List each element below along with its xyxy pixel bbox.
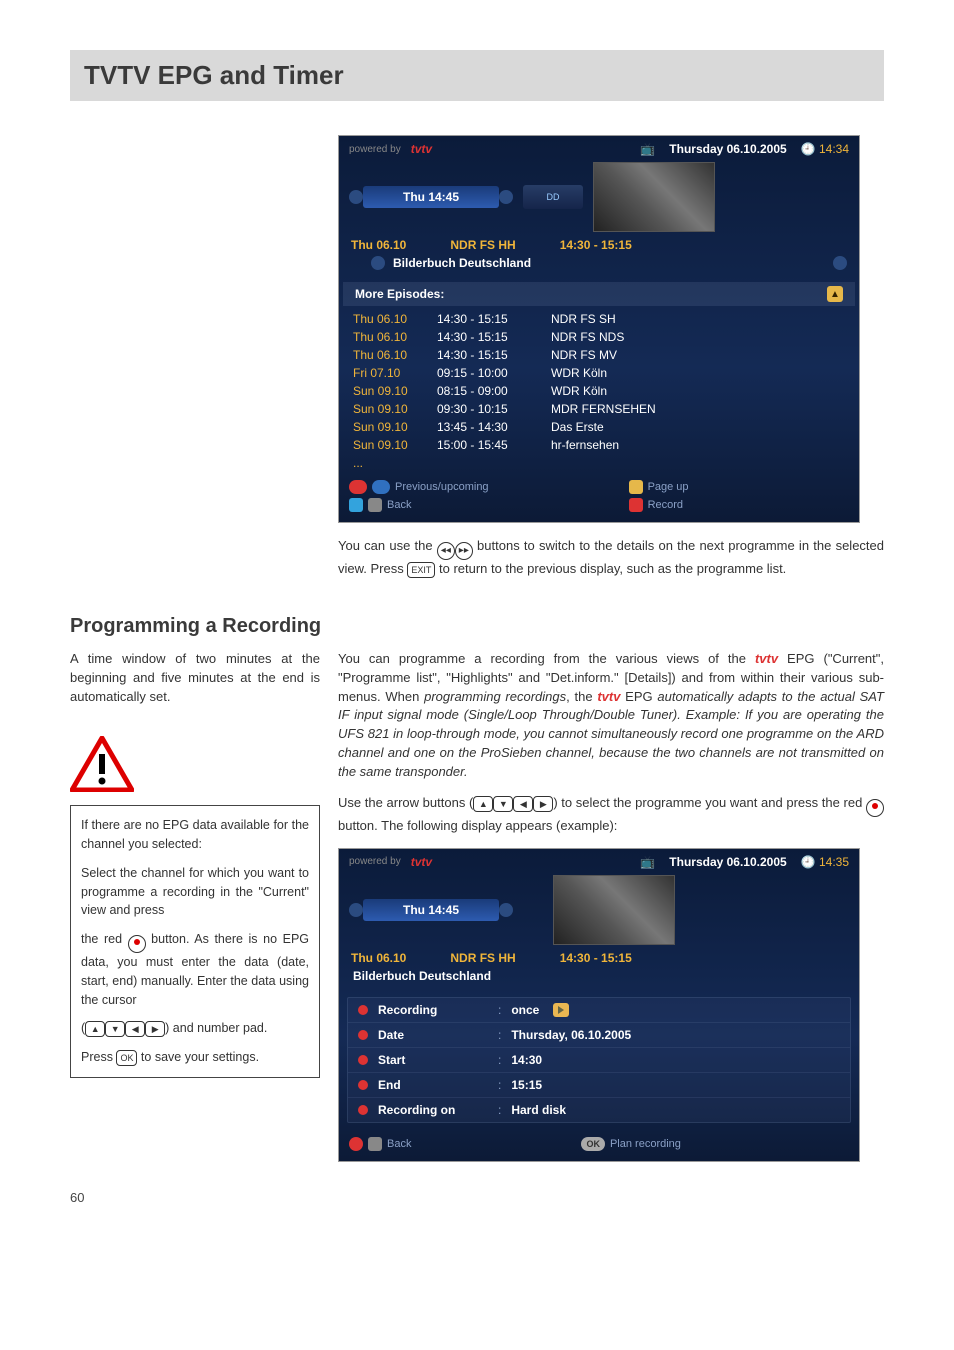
foot-pageup-label: Page up (648, 481, 689, 493)
ok-button-icon: OK (116, 1050, 137, 1066)
preview-thumbnail (553, 875, 675, 945)
warning-icon (70, 736, 134, 792)
field-recording[interactable]: Recording:once (348, 998, 850, 1022)
cycle-icon[interactable] (553, 1003, 569, 1017)
red-record-button-icon (128, 935, 146, 953)
powered-by-label: powered by (349, 144, 401, 155)
right-button-icon: ▶ (145, 1021, 165, 1037)
status-time: 14:34 (819, 142, 849, 156)
next-prog-icon[interactable] (833, 256, 847, 270)
episode-row[interactable]: Sun 09.1015:00 - 15:45hr-fernsehen (339, 436, 859, 454)
sidebox-p1: If there are no EPG data available for t… (81, 816, 309, 854)
status-date: Thursday 06.10.2005 (669, 855, 786, 869)
sidebox-p3: the red button. As there is no EPG data,… (81, 930, 309, 1009)
tvtv-inline-logo: tvtv (755, 651, 778, 666)
foot-back-label: Back (387, 499, 411, 511)
prog-time: 14:30 - 15:15 (560, 238, 632, 252)
up-button-icon: ▲ (85, 1021, 105, 1037)
prog-date: Thu 06.10 (351, 951, 406, 965)
prog-channel: NDR FS HH (450, 238, 515, 252)
body-para-1: You can use the ◂◂▸▸ buttons to switch t… (338, 537, 884, 579)
tv-icon: 📺 (640, 855, 655, 869)
episode-row[interactable]: Fri 07.1009:15 - 10:00WDR Köln (339, 364, 859, 382)
left-button-icon: ◀ (513, 796, 533, 812)
tvtv-logo: tvtv (411, 142, 432, 156)
page-up-icon[interactable]: ▲ (827, 286, 843, 302)
right-para-1: You can programme a recording from the v… (338, 650, 884, 782)
status-date: Thursday 06.10.2005 (669, 142, 786, 156)
time-tab[interactable]: Thu 14:45 (363, 186, 499, 208)
episode-row[interactable]: Thu 06.1014:30 - 15:15NDR FS MV (339, 346, 859, 364)
sidebox-p5: Press OK to save your settings. (81, 1048, 309, 1067)
tvtv-logo: tvtv (411, 855, 432, 869)
red-button-icon[interactable] (629, 498, 643, 512)
sidebox-p4: (▲▼◀▶) and number pad. (81, 1019, 309, 1038)
tab-right-arrow-icon[interactable] (499, 903, 513, 917)
powered-by-label: powered by (349, 856, 401, 867)
warning-sidebox: If there are no EPG data available for t… (70, 805, 320, 1078)
fastforward-button-icon: ▸▸ (455, 542, 473, 560)
down-button-icon: ▼ (493, 796, 513, 812)
prog-date: Thu 06.10 (351, 238, 406, 252)
exit-icon[interactable] (368, 1137, 382, 1151)
field-end[interactable]: End:15:15 (348, 1072, 850, 1097)
prog-title: Bilderbuch Deutschland (353, 969, 491, 983)
preview-thumbnail (593, 162, 715, 232)
recording-setup-screenshot: powered by tvtv 📺 Thursday 06.10.2005 🕘 … (338, 848, 860, 1162)
more-episodes-header: More Episodes: ▲ (343, 282, 855, 306)
down-button-icon: ▼ (105, 1021, 125, 1037)
exit-icon[interactable] (368, 498, 382, 512)
forward-icon[interactable] (372, 480, 390, 494)
yellow-button-icon[interactable] (629, 480, 643, 494)
episode-row[interactable]: Thu 06.1014:30 - 15:15NDR FS SH (339, 310, 859, 328)
episode-list: Thu 06.1014:30 - 15:15NDR FS SH Thu 06.1… (339, 310, 859, 472)
foot-record-label: Record (648, 499, 683, 511)
audio-badge: DD (523, 185, 583, 209)
page-number: 60 (70, 1190, 884, 1205)
foot-prev-label: Previous/upcoming (395, 481, 489, 493)
foot-back-label: Back (387, 1138, 411, 1150)
episode-row[interactable]: Sun 09.1008:15 - 09:00WDR Köln (339, 382, 859, 400)
tvtv-inline-logo: tvtv (597, 689, 620, 704)
prog-title: Bilderbuch Deutschland (393, 256, 531, 270)
up-button-icon: ▲ (473, 796, 493, 812)
rewind-button-icon: ◂◂ (437, 542, 455, 560)
left-button-icon: ◀ (125, 1021, 145, 1037)
status-time: 14:35 (819, 855, 849, 869)
ok-button-icon[interactable]: OK (581, 1137, 605, 1151)
clock-icon: 🕘 14:35 (801, 855, 849, 869)
field-date[interactable]: Date:Thursday, 06.10.2005 (348, 1022, 850, 1047)
clock-icon: 🕘 14:34 (801, 142, 849, 156)
sidebox-p2: Select the channel for which you want to… (81, 864, 309, 920)
episode-row[interactable]: Sun 09.1013:45 - 14:30Das Erste (339, 418, 859, 436)
tab-left-arrow-icon[interactable] (349, 903, 363, 917)
prev-prog-icon[interactable] (371, 256, 385, 270)
page-title-bar: TVTV EPG and Timer (70, 50, 884, 101)
left-para-1: A time window of two minutes at the begi… (70, 650, 320, 707)
info-icon[interactable] (349, 498, 363, 512)
right-para-2: Use the arrow buttons (▲▼◀▶) to select t… (338, 794, 884, 836)
tab-right-arrow-icon[interactable] (499, 190, 513, 204)
tab-left-arrow-icon[interactable] (349, 190, 363, 204)
section-heading: Programming a Recording (70, 615, 884, 638)
exit-button-icon: EXIT (407, 562, 435, 578)
episode-row[interactable]: Sun 09.1009:30 - 10:15MDR FERNSEHEN (339, 400, 859, 418)
foot-plan-label: Plan recording (610, 1138, 681, 1150)
episode-row[interactable]: Thu 06.1014:30 - 15:15NDR FS NDS (339, 328, 859, 346)
page-title: TVTV EPG and Timer (84, 60, 870, 91)
epg-episodes-screenshot: powered by tvtv 📺 Thursday 06.10.2005 🕘 … (338, 135, 860, 523)
field-start[interactable]: Start:14:30 (348, 1047, 850, 1072)
tv-icon: 📺 (640, 142, 655, 156)
recording-settings: Recording:once Date:Thursday, 06.10.2005… (347, 997, 851, 1123)
prog-channel: NDR FS HH (450, 951, 515, 965)
field-recording-on[interactable]: Recording on:Hard disk (348, 1097, 850, 1122)
red-button-icon[interactable] (349, 1137, 363, 1151)
rewind-icon[interactable] (349, 480, 367, 494)
time-tab[interactable]: Thu 14:45 (363, 899, 499, 921)
red-record-button-icon (866, 799, 884, 817)
right-button-icon: ▶ (533, 796, 553, 812)
prog-time: 14:30 - 15:15 (560, 951, 632, 965)
